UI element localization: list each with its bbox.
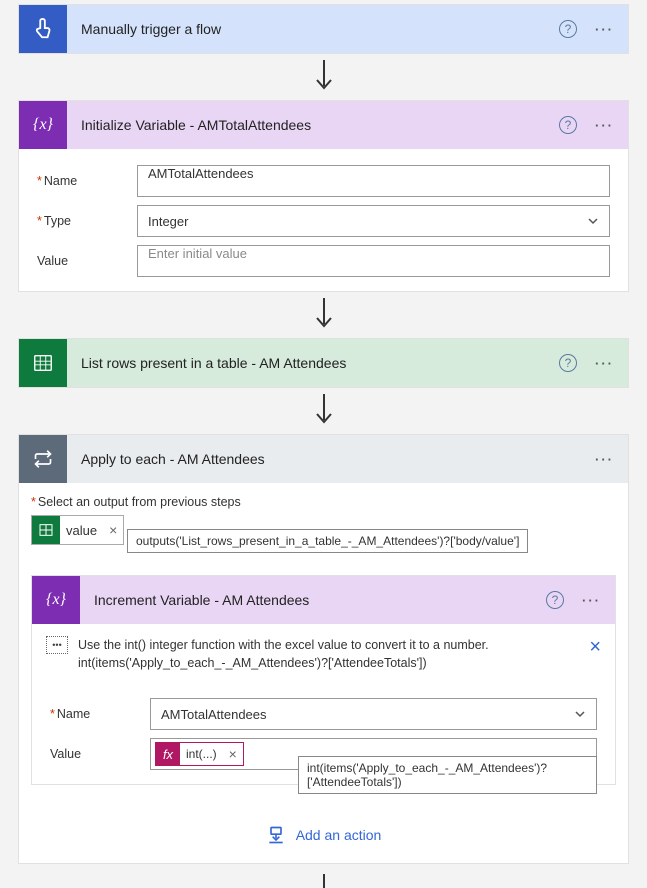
card-body: Name AMTotalAttendees Value fx int(...) … — [32, 672, 615, 784]
help-icon[interactable]: ? — [559, 354, 577, 372]
card-title: Initialize Variable - AMTotalAttendees — [67, 117, 559, 133]
card-title: List rows present in a table - AM Attend… — [67, 355, 559, 371]
field-label-value: Value — [37, 254, 137, 268]
fx-icon: fx — [156, 742, 180, 766]
add-action-button[interactable]: Add an action — [31, 825, 616, 845]
list-rows-card[interactable]: List rows present in a table - AM Attend… — [18, 338, 629, 388]
token-label: int(...) — [180, 747, 223, 761]
output-token-row[interactable]: value × outputs('List_rows_present_in_a_… — [31, 515, 616, 545]
excel-icon — [19, 339, 67, 387]
add-step-icon — [266, 825, 286, 845]
chevron-down-icon — [587, 215, 599, 227]
more-menu[interactable]: ··· — [591, 452, 618, 467]
comment-text: Use the int() integer function with the … — [78, 636, 489, 672]
field-label-name: Name — [50, 707, 150, 721]
expression-tooltip: int(items('Apply_to_each_-_AM_Attendees'… — [298, 756, 597, 794]
more-menu[interactable]: ··· — [591, 22, 618, 37]
token-tooltip: outputs('List_rows_present_in_a_table_-_… — [127, 529, 528, 553]
card-header[interactable]: List rows present in a table - AM Attend… — [19, 339, 628, 387]
type-select[interactable]: Integer — [137, 205, 610, 237]
card-body: Name AMTotalAttendees Type Integer Value… — [19, 149, 628, 291]
select-output-label: Select an output from previous steps — [31, 495, 616, 509]
initialize-variable-card[interactable]: {x} Initialize Variable - AMTotalAttende… — [18, 100, 629, 292]
more-menu[interactable]: ··· — [578, 593, 605, 608]
card-header[interactable]: {x} Increment Variable - AM Attendees ? … — [32, 576, 615, 624]
card-header[interactable]: {x} Initialize Variable - AMTotalAttende… — [19, 101, 628, 149]
connector-arrow — [0, 298, 647, 332]
card-title: Apply to each - AM Attendees — [67, 451, 591, 467]
touch-icon — [19, 5, 67, 53]
close-icon[interactable]: × — [589, 636, 601, 659]
card-header[interactable]: Apply to each - AM Attendees ··· — [19, 435, 628, 483]
field-label-type: Type — [37, 214, 137, 228]
field-label-name: Name — [37, 174, 137, 188]
variable-icon: {x} — [19, 101, 67, 149]
more-menu[interactable]: ··· — [591, 118, 618, 133]
increment-variable-card[interactable]: {x} Increment Variable - AM Attendees ? … — [31, 575, 616, 785]
connector-arrow — [0, 394, 647, 428]
loop-icon — [19, 435, 67, 483]
expression-token[interactable]: fx int(...) × — [155, 742, 244, 766]
comment-icon: ••• — [46, 636, 68, 654]
card-title: Manually trigger a flow — [67, 21, 559, 37]
card-title: Increment Variable - AM Attendees — [80, 592, 546, 608]
more-menu[interactable]: ··· — [591, 356, 618, 371]
connector-arrow — [0, 60, 647, 94]
chevron-down-icon — [574, 708, 586, 720]
name-input[interactable]: AMTotalAttendees — [137, 165, 610, 197]
comment-box: ••• Use the int() integer function with … — [32, 624, 615, 672]
token-remove[interactable]: × — [103, 522, 123, 538]
trigger-card[interactable]: Manually trigger a flow ? ··· — [18, 4, 629, 54]
value-token[interactable]: value × — [31, 515, 124, 545]
token-remove[interactable]: × — [223, 746, 243, 762]
apply-to-each-card[interactable]: Apply to each - AM Attendees ··· Select … — [18, 434, 629, 864]
help-icon[interactable]: ? — [559, 116, 577, 134]
token-label: value — [60, 523, 103, 538]
help-icon[interactable]: ? — [559, 20, 577, 38]
variable-icon: {x} — [32, 576, 80, 624]
container-body: Select an output from previous steps val… — [19, 483, 628, 863]
card-header[interactable]: Manually trigger a flow ? ··· — [19, 5, 628, 53]
connector-tail — [0, 874, 647, 888]
name-select[interactable]: AMTotalAttendees — [150, 698, 597, 730]
value-input[interactable]: Enter initial value — [137, 245, 610, 277]
field-label-value: Value — [50, 747, 150, 761]
help-icon[interactable]: ? — [546, 591, 564, 609]
excel-icon — [32, 516, 60, 544]
